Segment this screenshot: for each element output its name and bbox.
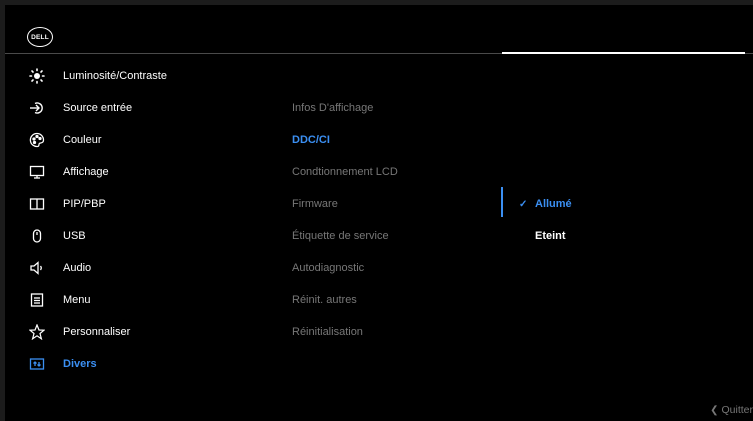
option-off[interactable]: Eteint xyxy=(535,226,566,246)
menu-item-pip-pbp[interactable]: PIP/PBP xyxy=(27,192,106,216)
menu-item-label: Audio xyxy=(63,262,92,274)
display-icon xyxy=(27,162,47,182)
submenu-item-service-tag[interactable]: Étiquette de service xyxy=(292,226,389,246)
star-icon xyxy=(27,322,47,342)
dell-logo: DELL xyxy=(27,27,53,47)
menu-item-display[interactable]: Affichage xyxy=(27,160,109,184)
color-palette-icon xyxy=(27,130,47,150)
quit-button[interactable]: ❮ Quitter xyxy=(710,404,753,416)
speaker-icon xyxy=(27,258,47,278)
input-source-icon xyxy=(27,98,47,118)
brightness-icon xyxy=(27,66,47,86)
menu-item-label: USB xyxy=(63,230,86,242)
menu-item-usb[interactable]: USB xyxy=(27,224,86,248)
option-label: Eteint xyxy=(535,230,566,242)
menu-item-label: Menu xyxy=(63,294,91,306)
pip-pbp-icon xyxy=(27,194,47,214)
menu-item-color[interactable]: Couleur xyxy=(27,128,102,152)
header-highlight-line xyxy=(502,52,745,54)
monitor-osd: DELL Luminosité/Contraste Source entrée … xyxy=(5,5,753,421)
menu-item-audio[interactable]: Audio xyxy=(27,256,91,280)
submenu-item-self-diagnostic[interactable]: Autodiagnostic xyxy=(292,258,364,278)
quit-label: Quitter xyxy=(721,404,753,416)
menu-item-label: Couleur xyxy=(63,134,102,146)
menu-item-brightness-contrast[interactable]: Luminosité/Contraste xyxy=(27,64,167,88)
option-on[interactable]: ✓ Allumé xyxy=(519,194,572,214)
menu-item-label: PIP/PBP xyxy=(63,198,106,210)
menu-item-others[interactable]: Divers xyxy=(27,352,97,376)
option-label: Allumé xyxy=(535,198,572,210)
submenu-item-ddc-ci[interactable]: DDC/CI xyxy=(292,130,330,150)
submenu-item-firmware[interactable]: Firmware xyxy=(292,194,338,214)
menu-item-label: Source entrée xyxy=(63,102,133,114)
submenu-item-reset-others[interactable]: Réinit. autres xyxy=(292,290,357,310)
menu-item-menu[interactable]: Menu xyxy=(27,288,91,312)
submenu-item-display-info[interactable]: Infos D'affichage xyxy=(292,98,373,118)
menu-item-label: Affichage xyxy=(63,166,109,178)
menu-item-input-source[interactable]: Source entrée xyxy=(27,96,132,120)
submenu-item-factory-reset[interactable]: Réinitialisation xyxy=(292,322,363,342)
checkmark-icon: ✓ xyxy=(519,198,528,210)
chevron-left-icon: ❮ xyxy=(710,404,719,416)
menu-item-personalize[interactable]: Personnaliser xyxy=(27,320,130,344)
submenu-item-lcd-conditioning[interactable]: Condtionnement LCD xyxy=(292,162,398,182)
menu-item-label: Personnaliser xyxy=(63,326,131,338)
menu-icon xyxy=(27,290,47,310)
menu-item-label: Luminosité/Contraste xyxy=(63,70,167,82)
usb-mouse-icon xyxy=(27,226,47,246)
menu-item-label: Divers xyxy=(63,358,97,370)
others-icon xyxy=(27,354,47,374)
option-selection-bar xyxy=(501,187,503,217)
